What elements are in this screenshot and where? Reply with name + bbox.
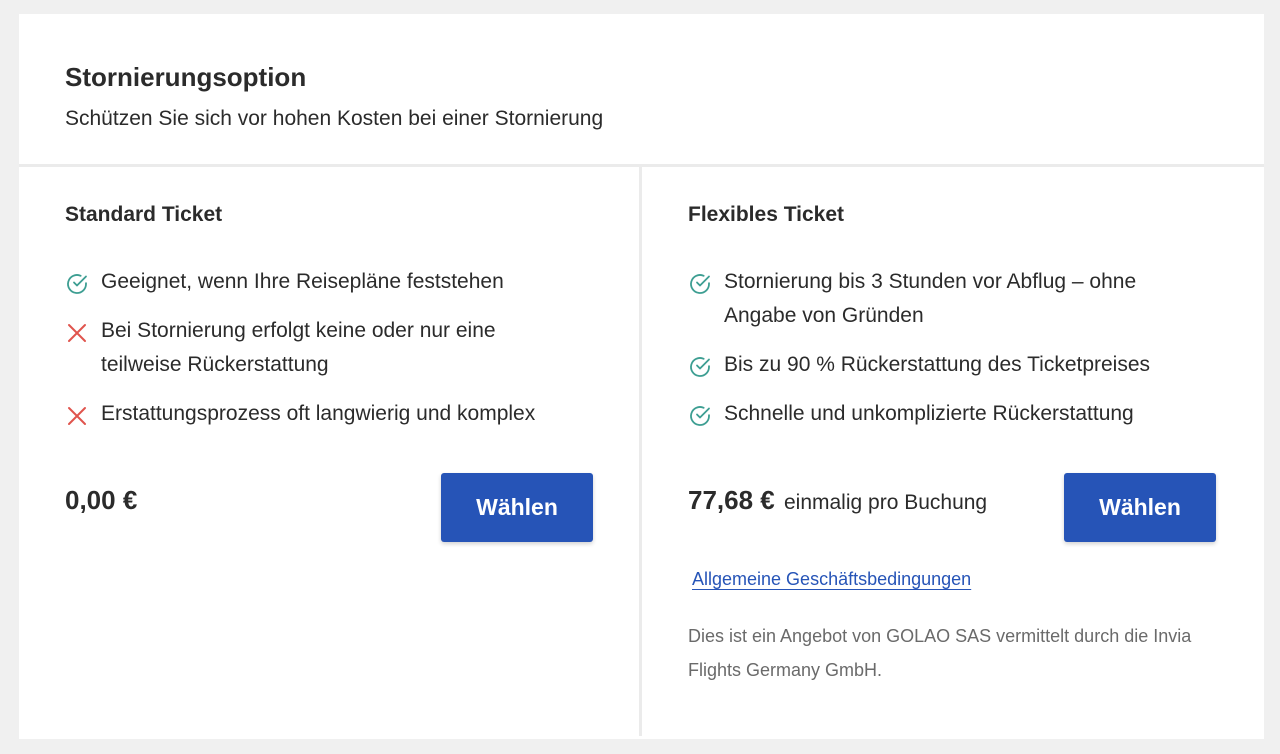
list-item: Stornierung bis 3 Stunden vor Abflug – o… [688, 265, 1264, 333]
ticket-options: Standard Ticket Geeignet, wenn Ihre Reis… [19, 167, 1264, 736]
standard-price: 0,00 € [65, 485, 138, 515]
page-subtitle: Schützen Sie sich vor hohen Kosten bei e… [65, 107, 604, 130]
standard-feature-list: Geeignet, wenn Ihre Reisepläne feststehe… [65, 265, 639, 431]
feature-text: Erstattungsprozess oft langwierig und ko… [101, 402, 536, 425]
list-item: Bei Stornierung erfolgt keine oder nur e… [65, 314, 639, 382]
feature-text: Schnelle und unkomplizierte Rückerstattu… [724, 402, 1134, 425]
flexible-ticket-title: Flexibles Ticket [688, 203, 845, 226]
list-item: Schnelle und unkomplizierte Rückerstattu… [688, 397, 1264, 431]
flexible-ticket-column: Flexibles Ticket Stornierung bis 3 Stund… [642, 167, 1264, 736]
card-header: Stornierungsoption Schützen Sie sich vor… [19, 14, 1264, 167]
list-item: Geeignet, wenn Ihre Reisepläne feststehe… [65, 265, 639, 299]
feature-text: Geeignet, wenn Ihre Reisepläne feststehe… [101, 270, 504, 293]
flexible-price-note: einmalig pro Buchung [783, 491, 988, 514]
cross-icon [68, 407, 86, 425]
offer-disclaimer: Dies ist ein Angebot von GOLAO SAS vermi… [688, 626, 1192, 680]
list-item: Bis zu 90 % Rückerstattung des Ticketpre… [688, 348, 1264, 382]
check-circle-icon [67, 274, 87, 294]
flexible-feature-list: Stornierung bis 3 Stunden vor Abflug – o… [688, 265, 1264, 431]
flexible-price-value: 77,68 € [688, 485, 775, 515]
select-flexible-button[interactable]: Wählen [1064, 473, 1216, 542]
page-title: Stornierungsoption [65, 62, 307, 92]
cross-icon [68, 324, 86, 342]
feature-text: Bei Stornierung erfolgt keine oder nur e… [101, 319, 496, 376]
flexible-price: 77,68 € einmalig pro Buchung [688, 485, 987, 516]
cancellation-option-card: Stornierungsoption Schützen Sie sich vor… [19, 14, 1264, 739]
standard-ticket-title: Standard Ticket [65, 203, 223, 226]
terms-link[interactable]: Allgemeine Geschäftsbedingungen [692, 569, 971, 590]
check-circle-icon [690, 406, 710, 426]
feature-text: Stornierung bis 3 Stunden vor Abflug – o… [724, 270, 1137, 327]
check-circle-icon [690, 274, 710, 294]
feature-text: Bis zu 90 % Rückerstattung des Ticketpre… [724, 353, 1151, 376]
list-item: Erstattungsprozess oft langwierig und ko… [65, 397, 639, 431]
select-standard-button[interactable]: Wählen [441, 473, 593, 542]
standard-price-row: 0,00 € Wählen [65, 473, 593, 543]
flexible-price-row: 77,68 € einmalig pro Buchung Wählen [688, 473, 1216, 543]
check-circle-icon [690, 357, 710, 377]
standard-ticket-column: Standard Ticket Geeignet, wenn Ihre Reis… [19, 167, 639, 736]
